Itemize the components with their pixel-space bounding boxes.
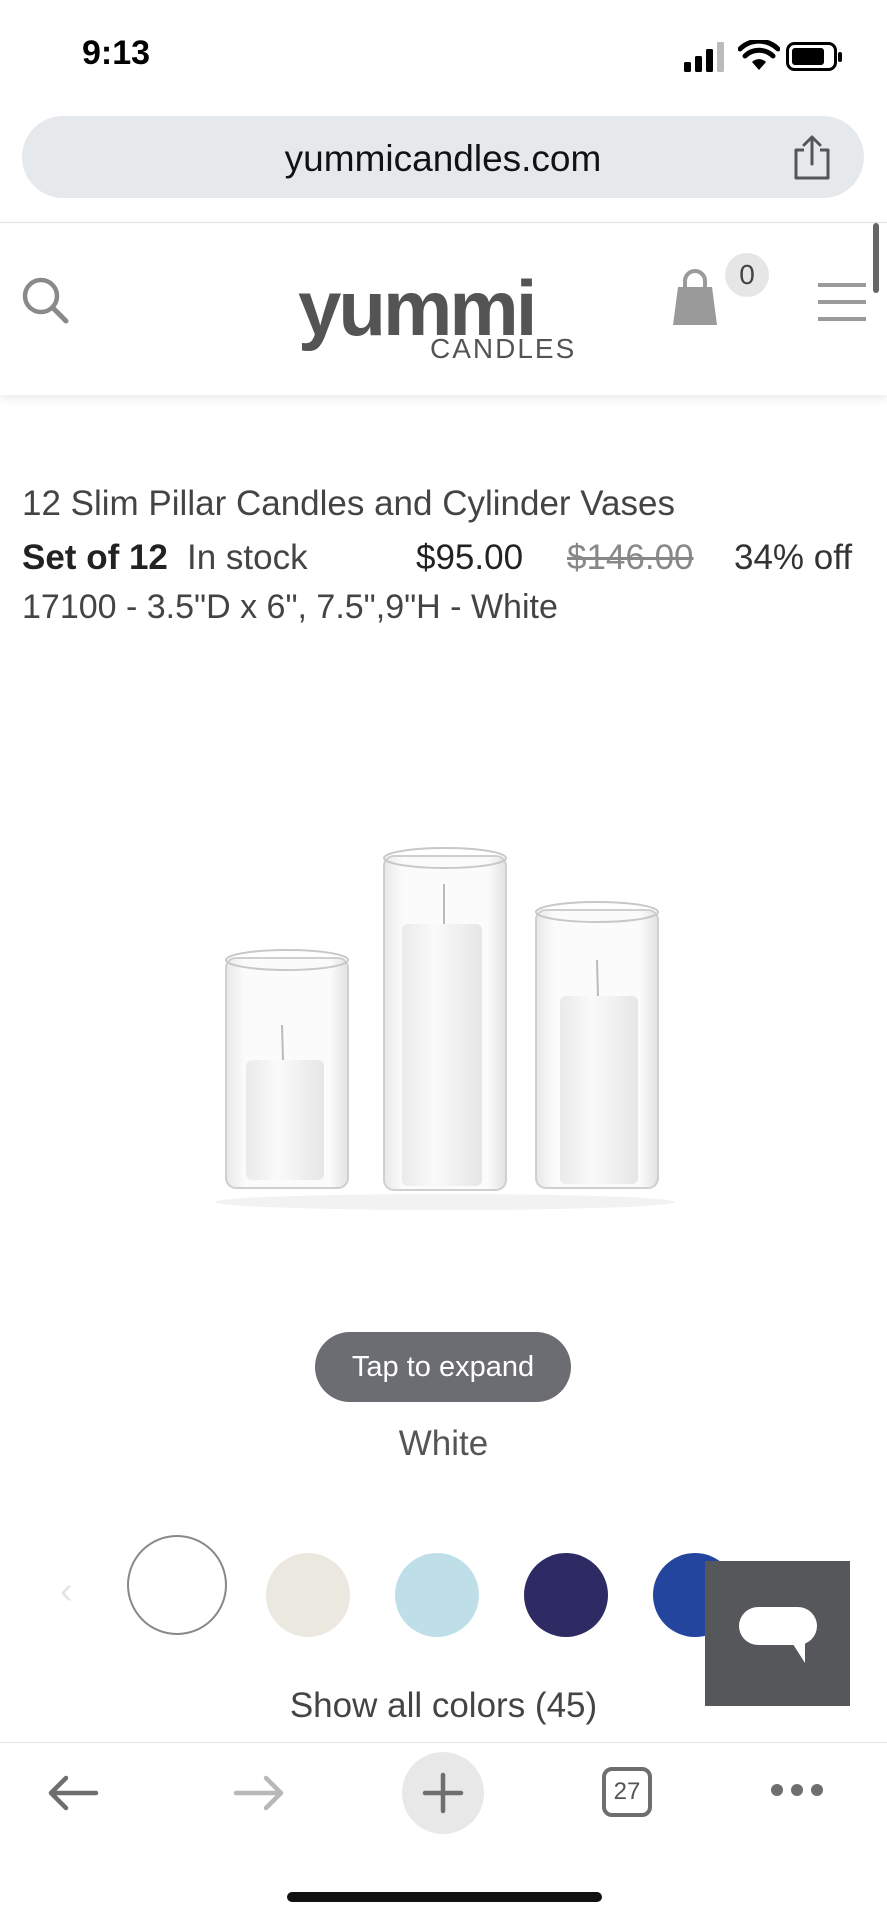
original-price: $146.00	[567, 538, 694, 577]
swatch-ivory[interactable]	[266, 1553, 350, 1637]
set-label: Set of 12	[22, 538, 168, 577]
chat-button[interactable]	[705, 1561, 850, 1706]
swatch-navy[interactable]	[524, 1553, 608, 1637]
signal-icon	[684, 42, 724, 72]
url-text: yummicandles.com	[284, 138, 602, 179]
home-indicator	[287, 1892, 602, 1902]
discount-label: 34% off	[734, 538, 853, 577]
wifi-icon	[738, 40, 780, 70]
battery-icon	[786, 42, 842, 71]
yummi-candles-logo[interactable]: yummi CANDLES	[298, 264, 588, 367]
url-bar[interactable]: yummicandles.com	[22, 116, 864, 198]
sku-dimensions: 17100 - 3.5"D x 6", 7.5",9"H - White	[22, 588, 558, 626]
scrollbar-thumb[interactable]	[873, 223, 879, 293]
logo-subtitle: CANDLES	[430, 333, 577, 364]
hamburger-icon[interactable]	[818, 281, 866, 323]
cart-count-badge: 0	[725, 253, 769, 297]
stock-status: In stock	[187, 538, 308, 577]
show-all-colors-link[interactable]: Show all colors (45)	[0, 1686, 887, 1726]
back-arrow-icon[interactable]	[46, 1773, 100, 1813]
product-title: 12 Slim Pillar Candles and Cylinder Vase…	[22, 484, 675, 523]
chat-icon	[739, 1607, 817, 1663]
product-image[interactable]	[200, 830, 680, 1230]
sale-price: $95.00	[416, 538, 524, 577]
swatch-prev-icon[interactable]: ‹	[60, 1570, 73, 1613]
swatch-light-blue[interactable]	[395, 1553, 479, 1637]
shopping-bag-icon[interactable]	[670, 267, 720, 327]
search-icon[interactable]	[20, 275, 70, 325]
tabs-button[interactable]: 27	[602, 1767, 652, 1817]
forward-arrow-icon[interactable]	[232, 1773, 286, 1813]
status-time: 9:13	[82, 34, 151, 72]
site-header: yummi CANDLES 0	[0, 222, 887, 395]
share-icon[interactable]	[790, 134, 834, 182]
more-icon[interactable]	[770, 1783, 824, 1797]
new-tab-button[interactable]	[402, 1752, 484, 1834]
plus-icon	[422, 1772, 464, 1814]
tap-to-expand-button[interactable]: Tap to expand	[315, 1332, 571, 1402]
swatch-white[interactable]	[127, 1535, 227, 1635]
selected-color-name: White	[398, 1424, 489, 1463]
